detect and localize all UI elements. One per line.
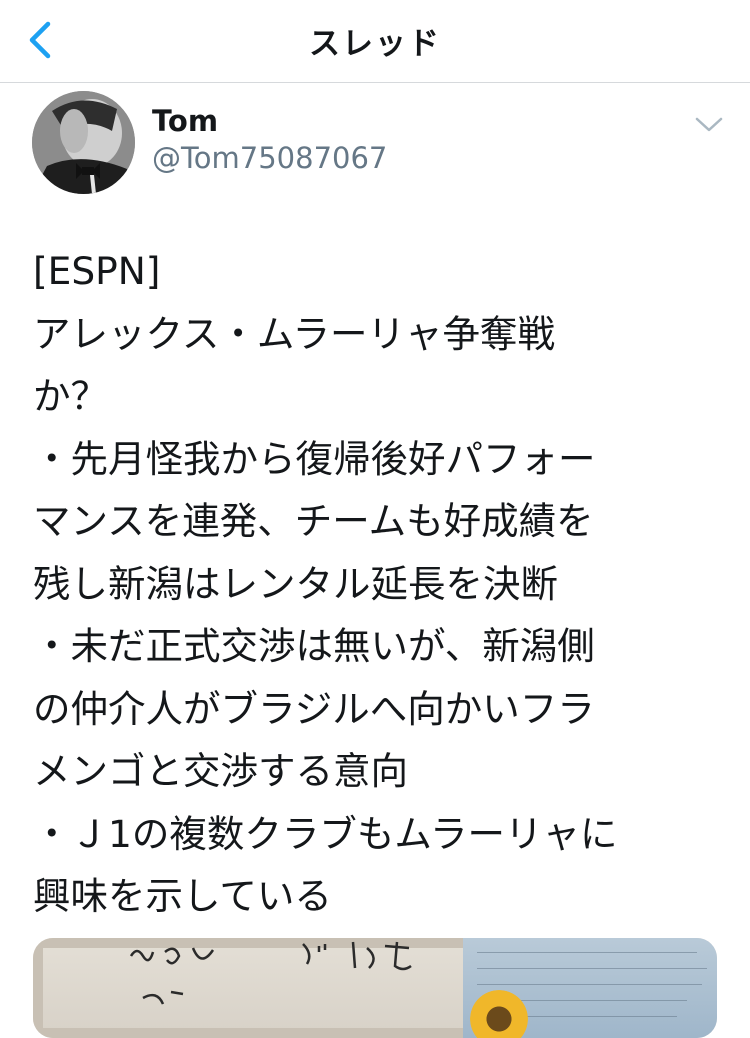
tweet-line: メンゴと交渉する意向 bbox=[33, 749, 408, 793]
tweet-text: [ESPN] アレックス・ムラーリャ争奪戦 か？ ・先月怪我から復帰後好パフォー… bbox=[33, 240, 733, 928]
page-title: スレッド bbox=[309, 26, 441, 62]
author-handle[interactable]: @Tom75087067 bbox=[152, 141, 387, 175]
tweet-line: 興味を示している bbox=[33, 874, 332, 918]
note-line bbox=[477, 952, 697, 953]
tweet-line: 残し新潟はレンタル延長を決断 bbox=[33, 561, 558, 606]
tweet-line: ・Ｊ1の複数クラブもムラーリャに bbox=[33, 811, 618, 856]
note-line bbox=[477, 984, 702, 985]
chevron-down-icon[interactable] bbox=[692, 112, 726, 136]
author-name[interactable]: Tom bbox=[152, 104, 218, 138]
tweet-line: [ESPN] bbox=[33, 249, 161, 293]
handwriting-image bbox=[129, 941, 412, 1005]
avatar-image bbox=[32, 91, 135, 194]
tweet-media-image[interactable] bbox=[33, 938, 717, 1038]
avatar[interactable] bbox=[32, 91, 135, 194]
tweet-line: ・未だ正式交渉は無いが、新潟側 bbox=[33, 624, 595, 668]
navigation-bar: スレッド bbox=[0, 0, 750, 83]
tweet-line: ・先月怪我から復帰後好パフォー bbox=[33, 436, 596, 481]
tweet-line: マンスを連発、チームも好成績を bbox=[33, 499, 594, 543]
tweet-line: か？ bbox=[33, 374, 108, 418]
tweet-line: の仲介人がブラジルへ向かいフラ bbox=[33, 686, 595, 731]
tweet-line: アレックス・ムラーリャ争奪戦 bbox=[33, 311, 555, 356]
note-line bbox=[477, 968, 707, 969]
